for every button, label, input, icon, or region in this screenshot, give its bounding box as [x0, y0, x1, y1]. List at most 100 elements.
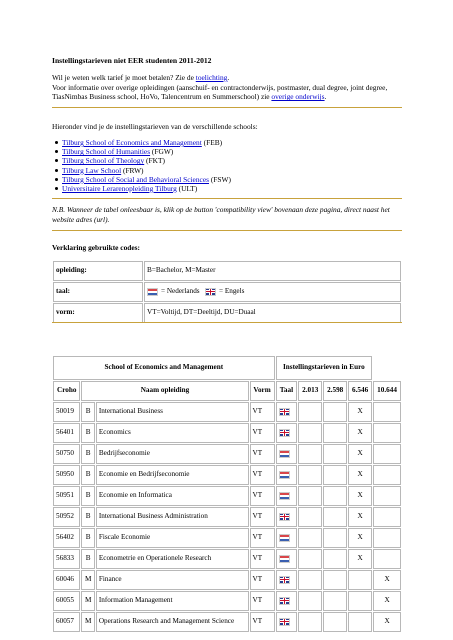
column-header: Vorm [249, 381, 275, 401]
croho-cell: 56402 [53, 528, 81, 548]
nl-flag-icon [279, 491, 291, 500]
column-header: 2.598 [323, 381, 348, 401]
t3-cell: X [348, 507, 373, 527]
croho-cell: 50951 [53, 486, 81, 506]
taal-cell [275, 402, 298, 422]
codes-heading: Verklaring gebruikte codes: [52, 243, 140, 252]
taal-cell [275, 486, 298, 506]
naam-cell: Fiscale Economie [95, 528, 249, 548]
croho-cell: 60055 [53, 591, 81, 611]
vorm-cell: VT [249, 549, 275, 569]
overige-onderwijs-link[interactable]: overige onderwijs [271, 92, 324, 101]
t4-cell [373, 507, 401, 527]
t2-cell [323, 591, 348, 611]
t3-cell [348, 570, 373, 590]
school-link-ult[interactable]: Universitaire Lerarenopleiding Tilburg [62, 184, 177, 193]
table-body: 50019 B International Business VT X 56401 B Eco… [53, 402, 401, 632]
t2-cell [323, 612, 348, 632]
t1-cell [298, 570, 323, 590]
school-link-feb[interactable]: Tilburg School of Economics and Manageme… [62, 138, 202, 147]
table-row: 60046 M Finance VT X [53, 570, 401, 590]
school-link-frw[interactable]: Tilburg Law School [62, 166, 121, 175]
table-row: 56402 B Fiscale Economie VT X [53, 528, 401, 548]
divider [52, 322, 402, 323]
t4-cell [373, 465, 401, 485]
naam-cell: Economics [95, 423, 249, 443]
table-row: vorm: VT=Voltijd, DT=Deeltijd, DU=Duaal [53, 303, 401, 323]
en-flag-icon [279, 617, 291, 626]
t4-cell [373, 444, 401, 464]
t2-cell [323, 423, 348, 443]
intro-text-1b: . [227, 73, 230, 82]
vorm-cell: VT [249, 444, 275, 464]
en-flag-icon [204, 287, 216, 296]
lvl-cell: B [81, 528, 95, 548]
column-header: Croho [53, 381, 81, 401]
t4-cell: X [373, 591, 401, 611]
schools-intro: Hieronder vind je de instellingstarieven… [52, 122, 258, 131]
school-abbr: (FEB) [201, 138, 223, 147]
t4-cell [373, 423, 401, 443]
intro-text-2a: Voor informatie over overige opleidingen… [52, 82, 388, 102]
school-abbr: (FRW) [121, 165, 144, 175]
column-header: 10.644 [373, 381, 401, 401]
opleiding-label: opleiding: [53, 261, 143, 281]
vorm-cell: VT [249, 486, 275, 506]
t3-cell [348, 591, 373, 611]
taal-cell [275, 444, 298, 464]
toelichting-link[interactable]: toelichting [196, 73, 228, 82]
t3-cell: X [348, 528, 373, 548]
table-row: 50019 B International Business VT X [53, 402, 401, 422]
naam-cell: Economie en Bedrijfseconomie [95, 465, 249, 485]
croho-cell: 50019 [53, 402, 81, 422]
column-header: 2.013 [298, 381, 323, 401]
taal-cell [275, 591, 298, 611]
t3-cell: X [348, 402, 373, 422]
list-item: Tilburg School of Social and Behavioral … [55, 175, 231, 184]
school-abbr: (FGW) [150, 147, 174, 157]
vorm-cell: VT [249, 507, 275, 527]
taal-cell [275, 465, 298, 485]
intro-text-2b: . [324, 92, 327, 102]
table-row: opleiding: B=Bachelor, M=Master [53, 261, 401, 281]
t3-cell: X [348, 423, 373, 443]
t1-cell [298, 423, 323, 443]
lvl-cell: M [81, 570, 95, 590]
intro-text: Wil je weten welk tarief je moet betalen… [52, 73, 402, 102]
table-row: 50950 B Economie en Bedrijfseconomie VT X [53, 465, 401, 485]
taal-cell [275, 528, 298, 548]
t1-cell [298, 402, 323, 422]
taal-cell [275, 612, 298, 632]
en-flag-icon [279, 512, 291, 521]
divider [52, 107, 402, 108]
croho-cell: 50950 [53, 465, 81, 485]
table-row: 50750 B Bedrijfseconomie VT X [53, 444, 401, 464]
school-link-fgw[interactable]: Tilburg School of Humanities [62, 147, 150, 156]
lvl-cell: M [81, 612, 95, 632]
croho-cell: 50952 [53, 507, 81, 527]
column-header-row: Croho Naam opleiding Vorm Taal 2.013 2.5… [53, 381, 401, 401]
t2-cell [323, 528, 348, 548]
lvl-cell: B [81, 444, 95, 464]
t1-cell [298, 612, 323, 632]
vorm-cell: VT [249, 528, 275, 548]
t4-cell [373, 402, 401, 422]
vorm-cell: VT [249, 465, 275, 485]
croho-cell: 56833 [53, 549, 81, 569]
t2-cell [323, 465, 348, 485]
vorm-cell: VT [249, 423, 275, 443]
table-row: 60057 M Operations Research and Management… [53, 612, 401, 632]
naam-cell: Bedrijfseconomie [95, 444, 249, 464]
lvl-cell: M [81, 591, 95, 611]
t4-cell [373, 528, 401, 548]
t4-cell [373, 549, 401, 569]
vorm-value: VT=Voltijd, DT=Deeltijd, DU=Duaal [144, 303, 401, 323]
compatibility-note: N.B. Wanneer de tabel onleesbaar is, kli… [52, 205, 390, 224]
nl-flag-icon [147, 287, 158, 296]
school-link-fkt[interactable]: Tilburg School of Theology [62, 156, 144, 165]
list-item: Universitaire Lerarenopleiding Tilburg (… [55, 184, 231, 193]
lvl-cell: B [81, 402, 95, 422]
t4-cell [373, 486, 401, 506]
school-link-fsw[interactable]: Tilburg School of Social and Behavioral … [62, 175, 209, 184]
naam-cell: International Business [95, 402, 249, 422]
